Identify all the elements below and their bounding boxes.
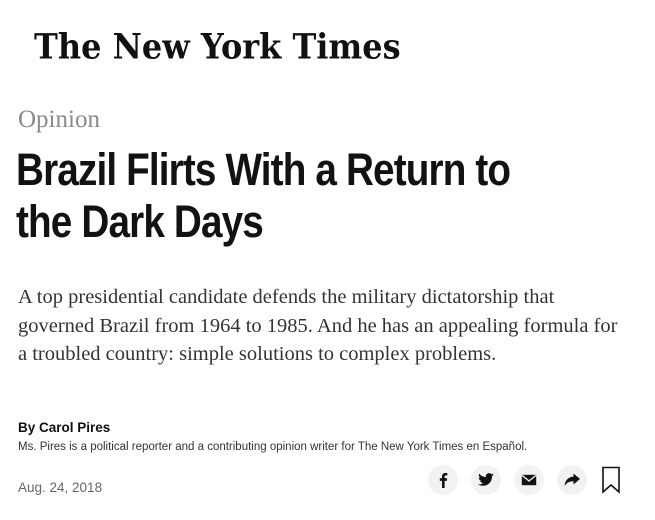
nyt-logo[interactable]: The New York Times [34, 26, 401, 67]
bookmark-icon[interactable] [601, 466, 621, 494]
twitter-share-button[interactable] [471, 465, 501, 495]
byline[interactable]: By Carol Pires [18, 420, 110, 435]
email-icon [521, 474, 537, 486]
email-share-button[interactable] [514, 465, 544, 495]
facebook-icon [439, 473, 448, 488]
headline: Brazil Flirts With a Return to the Dark … [16, 144, 511, 247]
more-share-button[interactable] [557, 465, 587, 495]
author-bio: Ms. Pires is a political reporter and a … [18, 441, 528, 453]
section-label[interactable]: Opinion [18, 106, 100, 134]
facebook-share-button[interactable] [428, 465, 458, 495]
share-icon [564, 473, 580, 486]
publish-date: Aug. 24, 2018 [18, 480, 103, 495]
summary-dek: A top presidential candidate defends the… [18, 286, 618, 365]
twitter-icon [478, 473, 494, 486]
